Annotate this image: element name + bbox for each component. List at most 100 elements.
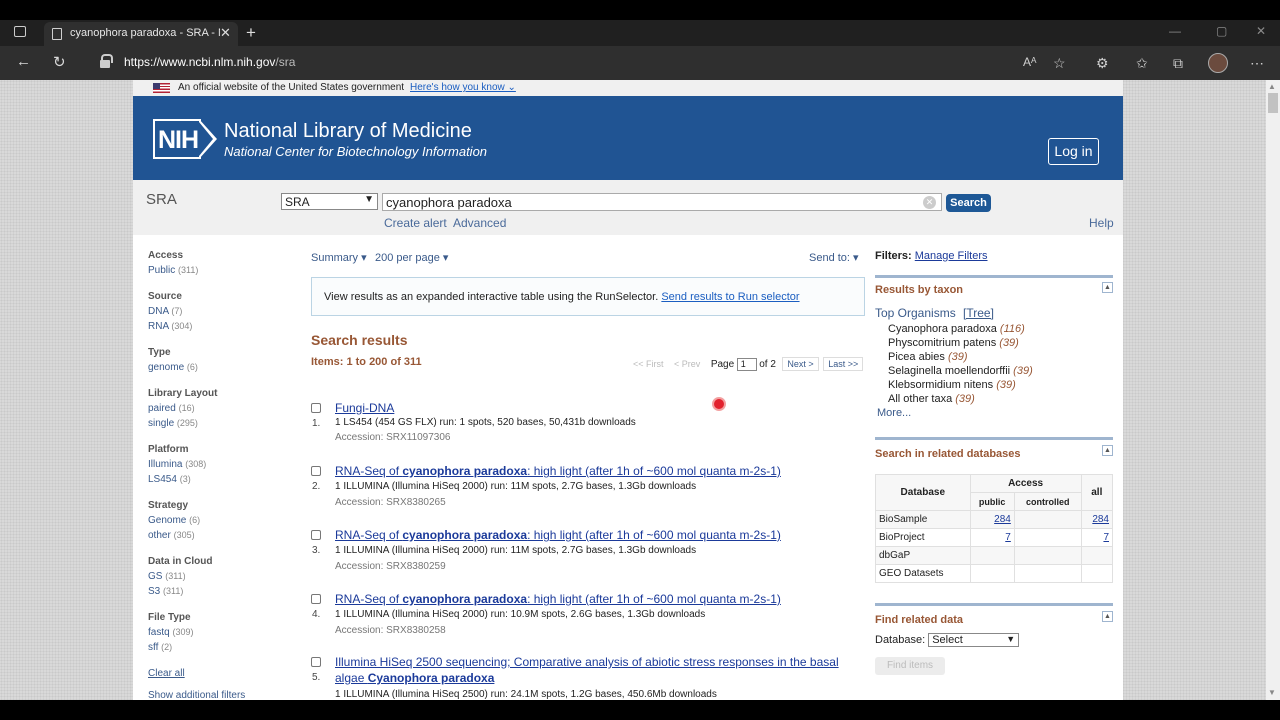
filter-item[interactable]: GS (311)	[148, 569, 278, 584]
extensions-icon[interactable]: ⚙	[1096, 55, 1109, 72]
filter-group-data-in-cloud: Data in Cloud GS (311) S3 (311)	[148, 556, 278, 599]
result-title-link[interactable]: Fungi-DNA	[335, 400, 855, 416]
maximize-icon[interactable]: ▢	[1216, 24, 1227, 38]
nih-logo[interactable]: NIH	[153, 119, 217, 159]
find-items-button[interactable]: Find items	[875, 657, 945, 675]
advanced-search-link[interactable]: Advanced	[453, 216, 506, 230]
send-to-run-selector-link[interactable]: Send results to Run selector	[661, 291, 799, 303]
top-organisms-link[interactable]: Top Organisms	[875, 306, 956, 320]
result-title-link[interactable]: RNA-Seq of cyanophora paradoxa: high lig…	[335, 463, 855, 479]
scrollbar-thumb[interactable]	[1268, 93, 1278, 113]
filter-item[interactable]: other (305)	[148, 528, 278, 543]
refresh-icon[interactable]: ↻	[53, 53, 66, 71]
help-link[interactable]: Help	[1089, 216, 1114, 230]
browser-tab[interactable]: cyanophora paradoxa - SRA - NCBI ✕	[44, 22, 238, 46]
screen-top-bar	[0, 0, 1280, 20]
page-favicon-icon	[52, 28, 62, 40]
taxon-item[interactable]: Picea abies (39)	[875, 350, 1113, 364]
manage-filters-link[interactable]: Manage Filters	[915, 250, 988, 262]
chevron-down-icon: ▼	[364, 194, 374, 205]
site-title[interactable]: National Library of Medicine	[224, 120, 472, 143]
runselector-box: View results as an expanded interactive …	[311, 277, 865, 316]
filter-item[interactable]: paired (16)	[148, 401, 278, 416]
result-accession: Accession: SRX8380265	[335, 497, 446, 508]
clear-all-link[interactable]: Clear all	[148, 668, 278, 679]
close-tab-icon[interactable]: ✕	[220, 25, 231, 41]
result-title-link[interactable]: RNA-Seq of cyanophora paradoxa: high lig…	[335, 591, 855, 607]
result-checkbox[interactable]	[311, 466, 321, 476]
tree-link[interactable]: [Tree]	[963, 306, 994, 320]
result-checkbox[interactable]	[311, 594, 321, 604]
next-page-button[interactable]: Next >	[782, 357, 819, 371]
table-cell	[1080, 564, 1114, 583]
collapse-icon[interactable]: ▲	[1102, 611, 1113, 622]
address-bar[interactable]: https://www.ncbi.nlm.nih.gov/sra	[96, 52, 1096, 74]
lock-icon	[100, 54, 113, 68]
table-cell-link[interactable]: 284	[969, 510, 1015, 529]
related-database-select[interactable]: Select ▼	[928, 633, 1020, 647]
profile-avatar[interactable]	[1208, 53, 1228, 73]
result-checkbox[interactable]	[311, 657, 321, 667]
create-alert-link[interactable]: Create alert	[384, 216, 447, 230]
database-select[interactable]: SRA ▼	[281, 193, 378, 210]
taxon-item[interactable]: Klebsormidium nitens (39)	[875, 378, 1113, 392]
scroll-up-icon[interactable]: ▲	[1268, 82, 1276, 91]
search-input[interactable]: cyanophora paradoxa	[382, 193, 942, 211]
collapse-icon[interactable]: ▲	[1102, 445, 1113, 456]
filter-item[interactable]: genome (6)	[148, 360, 278, 375]
filter-item[interactable]: single (295)	[148, 416, 278, 431]
summary-dropdown[interactable]: Summary ▾	[311, 251, 367, 264]
result-description: 1 ILLUMINA (Illumina HiSeq 2000) run: 10…	[335, 609, 706, 620]
read-aloud-icon[interactable]: Aᴬ	[1023, 55, 1036, 69]
scrollbar[interactable]	[1266, 80, 1280, 700]
tab-actions-icon[interactable]	[14, 26, 26, 37]
result-description: 1 LS454 (454 GS FLX) run: 1 spots, 520 b…	[335, 417, 636, 428]
filter-item[interactable]: DNA (7)	[148, 304, 278, 319]
last-page-button[interactable]: Last >>	[823, 357, 864, 371]
how-you-know-link[interactable]: Here's how you know ⌄	[410, 82, 516, 93]
more-taxa-link[interactable]: More...	[875, 406, 1113, 420]
favorites-icon[interactable]: ✩	[1136, 55, 1148, 72]
send-to-dropdown[interactable]: Send to: ▾	[809, 251, 859, 264]
filter-item[interactable]: S3 (311)	[148, 584, 278, 599]
filter-item[interactable]: sff (2)	[148, 640, 278, 655]
filters-header: Filters: Manage Filters	[875, 250, 988, 262]
taxon-item[interactable]: Cyanophora paradoxa (116)	[875, 322, 1113, 336]
taxon-item[interactable]: All other taxa (39)	[875, 392, 1113, 406]
more-options-icon[interactable]: ⋯	[1250, 55, 1264, 72]
filter-item[interactable]: RNA (304)	[148, 319, 278, 334]
result-checkbox[interactable]	[311, 530, 321, 540]
filter-item[interactable]: Genome (6)	[148, 513, 278, 528]
favorite-icon[interactable]: ☆	[1053, 55, 1066, 72]
filter-item[interactable]: Public (311)	[148, 263, 278, 278]
show-additional-filters-link[interactable]: Show additional filters	[148, 690, 278, 700]
result-title-link[interactable]: RNA-Seq of cyanophora paradoxa: high lig…	[335, 527, 855, 543]
login-button[interactable]: Log in	[1048, 138, 1099, 165]
filter-item[interactable]: LS454 (3)	[148, 472, 278, 487]
filter-item[interactable]: fastq (309)	[148, 625, 278, 640]
scroll-down-icon[interactable]: ▼	[1268, 688, 1276, 697]
filter-item[interactable]: Illumina (308)	[148, 457, 278, 472]
collapse-icon[interactable]: ▲	[1102, 282, 1113, 293]
new-tab-button[interactable]: +	[246, 23, 256, 43]
search-results-heading: Search results	[311, 332, 408, 348]
per-page-dropdown[interactable]: 200 per page ▾	[375, 251, 448, 264]
related-databases-table: Database Access all public controlled Bi…	[875, 474, 1114, 583]
table-cell-link[interactable]: 7	[1080, 528, 1114, 547]
minimize-icon[interactable]: —	[1169, 24, 1181, 38]
search-button[interactable]: Search	[946, 194, 991, 212]
page-number-input[interactable]: 1	[736, 358, 757, 372]
result-title-link[interactable]: Illumina HiSeq 2500 sequencing; Comparat…	[335, 654, 855, 686]
site-subtitle: National Center for Biotechnology Inform…	[224, 144, 488, 159]
taxon-item[interactable]: Selaginella moellendorffii (39)	[875, 364, 1113, 378]
table-cell-link[interactable]: 284	[1080, 510, 1114, 529]
collections-icon[interactable]: ⧉	[1173, 55, 1183, 72]
back-icon[interactable]: ←	[16, 53, 31, 70]
table-cell-link[interactable]: 7	[969, 528, 1015, 547]
taxon-item[interactable]: Physcomitrium patens (39)	[875, 336, 1113, 350]
result-item: 1. Fungi-DNA 1 LS454 (454 GS FLX) run: 1…	[311, 400, 865, 448]
close-window-icon[interactable]: ✕	[1256, 24, 1266, 38]
result-checkbox[interactable]	[311, 403, 321, 413]
clear-search-icon[interactable]: ✕	[923, 196, 936, 209]
result-item: 3. RNA-Seq of cyanophora paradoxa: high …	[311, 527, 865, 575]
